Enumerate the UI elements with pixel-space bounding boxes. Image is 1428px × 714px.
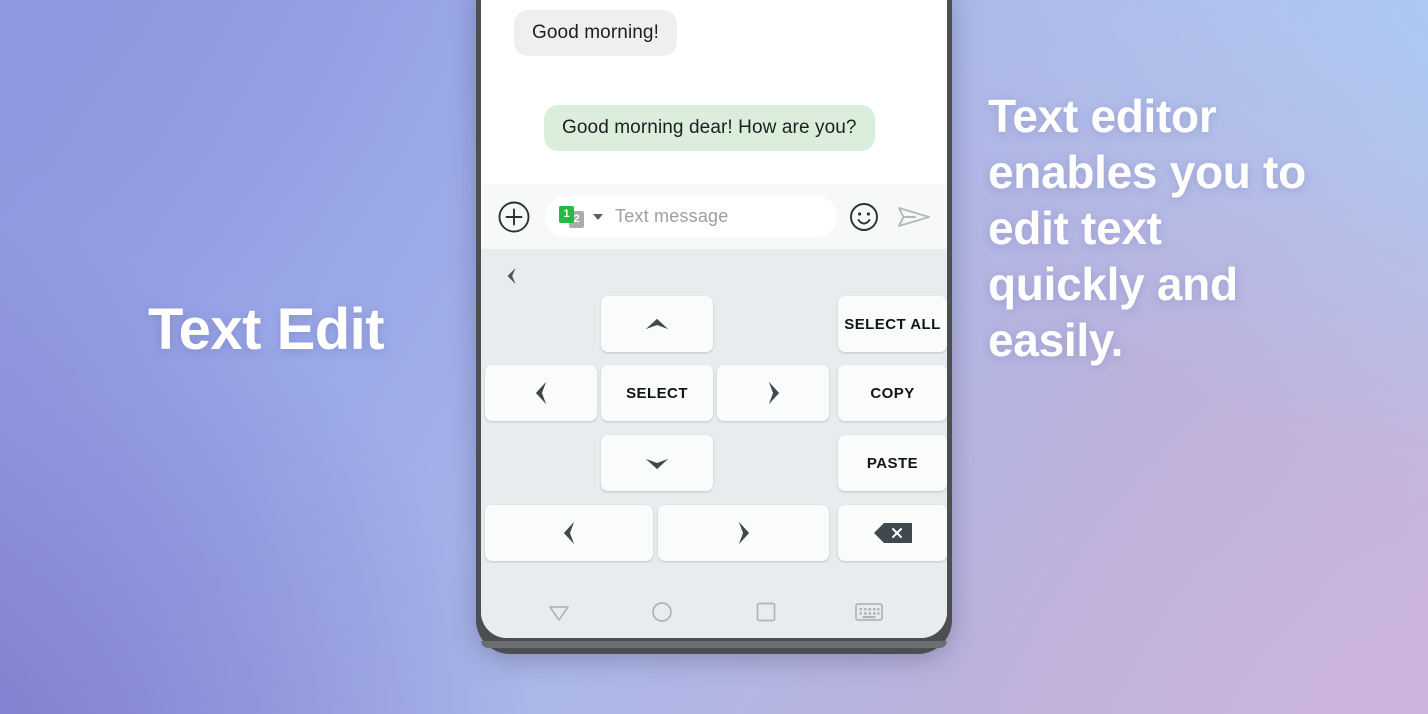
chevron-right-icon [738,521,750,545]
phone-mockup: Good morning! Good morning dear! How are… [476,0,952,654]
key-paste[interactable]: PASTE [838,435,947,491]
backspace-icon [873,523,912,543]
send-paper-plane-icon[interactable] [897,202,931,232]
key-cursor-right[interactable] [717,365,829,421]
message-bubble-outgoing: Good morning dear! How are you? [544,105,875,151]
conversation-thread: Good morning! Good morning dear! How are… [481,0,947,184]
chevron-down-icon [645,458,669,469]
compose-bar: 2 1 Text message [481,184,947,249]
chevron-right-icon [768,381,779,405]
headline-left: Text Edit [148,297,385,362]
message-input-field[interactable]: 2 1 Text message [545,196,837,237]
key-word-left[interactable] [485,505,653,561]
key-select-all[interactable]: SELECT ALL [838,296,947,352]
message-bubble-incoming: Good morning! [514,10,677,56]
key-select[interactable]: SELECT [601,365,713,421]
triangle-down-back-icon[interactable] [544,597,574,627]
plus-circle-icon[interactable] [497,200,531,234]
phone-screen: Good morning! Good morning dear! How are… [481,0,947,638]
keyboard-toggle-icon[interactable] [854,597,884,627]
message-input-placeholder: Text message [615,206,729,226]
text-edit-keyboard-panel: SELECT ALL SELECT COPY PASTE [481,249,947,638]
chevron-left-icon [535,381,546,405]
key-word-right[interactable] [658,505,829,561]
chevron-up-icon [645,318,669,329]
key-copy[interactable]: COPY [838,365,947,421]
key-cursor-up[interactable] [601,296,713,352]
square-recents-icon[interactable] [751,597,781,627]
phone-bottom-bezel [481,641,947,648]
sim-selector-icon[interactable]: 2 1 [559,205,589,228]
android-navigation-bar [481,586,947,638]
key-cursor-left[interactable] [485,365,597,421]
key-backspace[interactable] [838,505,947,561]
headline-right: Text editor enables you to edit text qui… [988,90,1306,367]
caret-down-icon[interactable] [593,213,603,220]
sim-1-badge: 1 [559,205,574,223]
circle-home-icon[interactable] [647,597,677,627]
chevron-left-icon[interactable] [499,263,525,289]
smiley-face-icon[interactable] [849,202,879,232]
key-cursor-down[interactable] [601,435,713,491]
chevron-left-icon [563,521,574,545]
